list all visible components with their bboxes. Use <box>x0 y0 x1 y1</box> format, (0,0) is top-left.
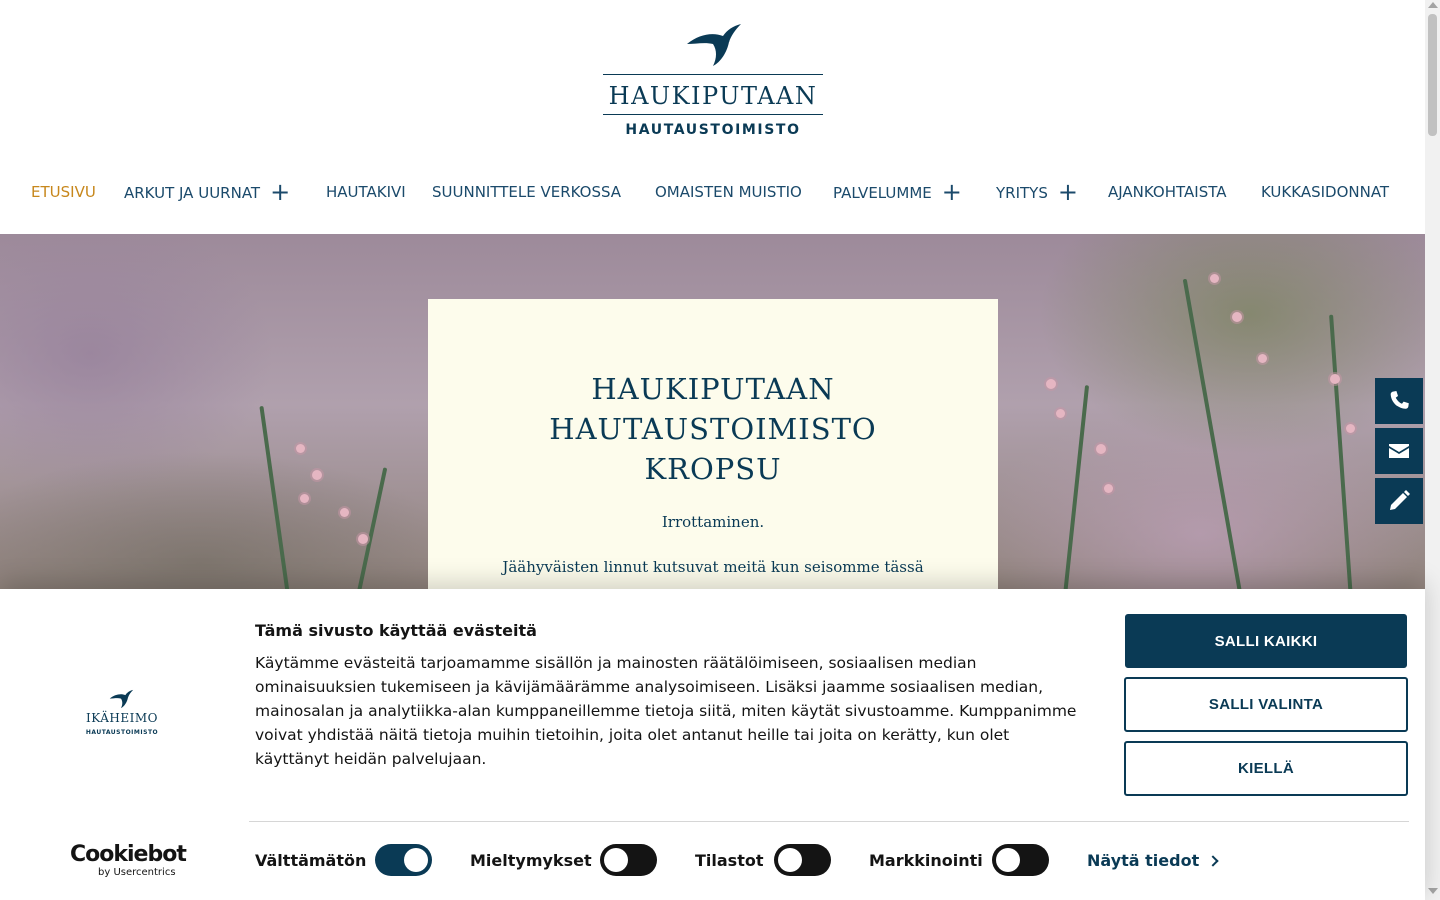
heather-bloom <box>1346 424 1355 433</box>
cookiebot-byline: by Usercentrics <box>98 867 176 878</box>
show-details-link[interactable]: Näytä tiedot <box>1087 851 1219 870</box>
heather-bloom <box>1046 379 1056 389</box>
heather-bloom <box>340 508 349 517</box>
toggle-label-marketing: Markkinointi <box>869 851 983 870</box>
cookie-consent-banner: IKÄHEIMO HAUTAUSTOIMISTO Tämä sivusto kä… <box>0 589 1425 900</box>
toggle-label-statistics: Tilastot <box>695 851 764 870</box>
scroll-down-arrow-icon[interactable] <box>1428 888 1438 894</box>
toggle-preferences[interactable] <box>600 844 657 876</box>
nav-item-omaisten-muistio[interactable]: OMAISTEN MUISTIO <box>655 172 802 212</box>
site-header: HAUKIPUTAAN HAUTAUSTOIMISTO ETUSIVU ARKU… <box>0 0 1425 234</box>
plus-icon[interactable]: + <box>1058 172 1078 212</box>
nav-item-suunnittele-verkossa[interactable]: SUUNNITTELE VERKOSSA <box>432 172 621 212</box>
hero-title-line: HAUTAUSTOIMISTO <box>549 412 877 446</box>
hero-text-line: Jäähyväisten linnut kutsuvat meitä kun s… <box>502 558 924 576</box>
toggle-knob <box>404 848 428 872</box>
nav-item-palvelumme[interactable]: PALVELUMME + <box>833 172 962 212</box>
allow-selection-button[interactable]: SALLI VALINTA <box>1124 677 1408 732</box>
heather-bloom <box>1104 484 1113 493</box>
nav-item-kukkasidonnat[interactable]: KUKKASIDONNAT <box>1261 172 1389 212</box>
site-logo[interactable]: HAUKIPUTAAN HAUTAUSTOIMISTO <box>603 22 823 142</box>
toggle-label-necessary: Välttämätön <box>255 851 367 870</box>
hero-text-line: Irrottaminen. <box>661 513 765 531</box>
toggle-knob <box>604 848 628 872</box>
toggle-knob <box>996 848 1020 872</box>
heather-bloom <box>1056 409 1065 418</box>
heather-bloom <box>1210 274 1219 283</box>
hero-banner: HAUKIPUTAAN HAUTAUSTOIMISTO KROPSU Irrot… <box>0 234 1425 614</box>
hero-title: HAUKIPUTAAN HAUTAUSTOIMISTO KROPSU <box>428 369 998 489</box>
cookie-divider <box>249 821 1409 822</box>
logo-rule-bottom <box>603 114 823 115</box>
toggle-knob <box>778 848 802 872</box>
logo-subtitle: HAUTAUSTOIMISTO <box>625 122 801 138</box>
cookiebot-logo[interactable]: Cookiebot by Usercentrics <box>70 842 187 879</box>
heather-bloom <box>358 534 368 544</box>
heather-stem <box>1182 278 1244 605</box>
logo-name: HAUKIPUTAAN <box>608 82 818 110</box>
envelope-icon <box>1389 444 1409 458</box>
toggle-statistics[interactable] <box>774 844 831 876</box>
heather-bloom <box>1330 374 1340 384</box>
email-button[interactable] <box>1375 428 1423 474</box>
plus-icon[interactable]: + <box>270 172 290 212</box>
nav-item-yritys[interactable]: YRITYS + <box>996 172 1078 212</box>
heather-bloom <box>300 494 309 503</box>
pencil-icon <box>1390 490 1410 510</box>
plus-icon[interactable]: + <box>942 172 962 212</box>
toggle-marketing[interactable] <box>992 844 1049 876</box>
cookie-banner-logo: IKÄHEIMO HAUTAUSTOIMISTO <box>78 689 166 745</box>
phone-icon <box>1390 391 1409 409</box>
nav-item-arkut-ja-uurnat[interactable]: ARKUT JA UURNAT + <box>124 172 290 212</box>
deny-button[interactable]: KIELLÄ <box>1124 741 1408 796</box>
show-details-label: Näytä tiedot <box>1087 851 1200 870</box>
heather-stem <box>1329 314 1354 614</box>
scroll-up-arrow-icon[interactable] <box>1428 2 1438 8</box>
heather-stem <box>1060 385 1090 614</box>
heather-stem <box>259 405 294 614</box>
chevron-right-icon <box>1207 855 1219 867</box>
phone-button[interactable] <box>1375 378 1423 424</box>
toggle-label-preferences: Mieltymykset <box>470 851 592 870</box>
heather-bloom <box>312 470 322 480</box>
toggle-necessary[interactable] <box>375 844 432 876</box>
allow-all-button[interactable]: SALLI KAIKKI <box>1125 614 1407 668</box>
swallow-logo-icon <box>109 689 134 709</box>
hero-title-line: HAUKIPUTAAN <box>591 372 835 406</box>
swallow-logo-icon <box>687 24 741 66</box>
cookie-logo-subtitle: HAUTAUSTOIMISTO <box>85 729 159 736</box>
main-nav: ETUSIVU ARKUT JA UURNAT + HAUTAKIVI SUUNN… <box>0 172 1425 212</box>
heather-bloom <box>296 444 305 453</box>
cookiebot-brand: Cookiebot <box>70 842 187 867</box>
form-button[interactable] <box>1375 478 1423 524</box>
cookie-body-text: Käytämme evästeitä tarjoamamme sisällön … <box>255 654 1077 768</box>
logo-rule-top <box>603 74 823 75</box>
heather-bloom <box>1096 444 1106 454</box>
scrollbar-thumb[interactable] <box>1428 14 1437 136</box>
hero-title-line: KROPSU <box>644 452 782 486</box>
heather-bloom <box>1258 354 1267 363</box>
cookie-title: Tämä sivusto käyttää evästeitä <box>255 621 537 640</box>
nav-item-hautakivi[interactable]: HAUTAKIVI <box>326 172 406 212</box>
hero-card: HAUKIPUTAAN HAUTAUSTOIMISTO KROPSU Irrot… <box>428 299 998 614</box>
nav-item-ajankohtaista[interactable]: AJANKOHTAISTA <box>1108 172 1226 212</box>
nav-item-etusivu[interactable]: ETUSIVU <box>31 172 96 212</box>
heather-bloom <box>1232 312 1242 322</box>
cookie-logo-name: IKÄHEIMO <box>86 711 158 725</box>
